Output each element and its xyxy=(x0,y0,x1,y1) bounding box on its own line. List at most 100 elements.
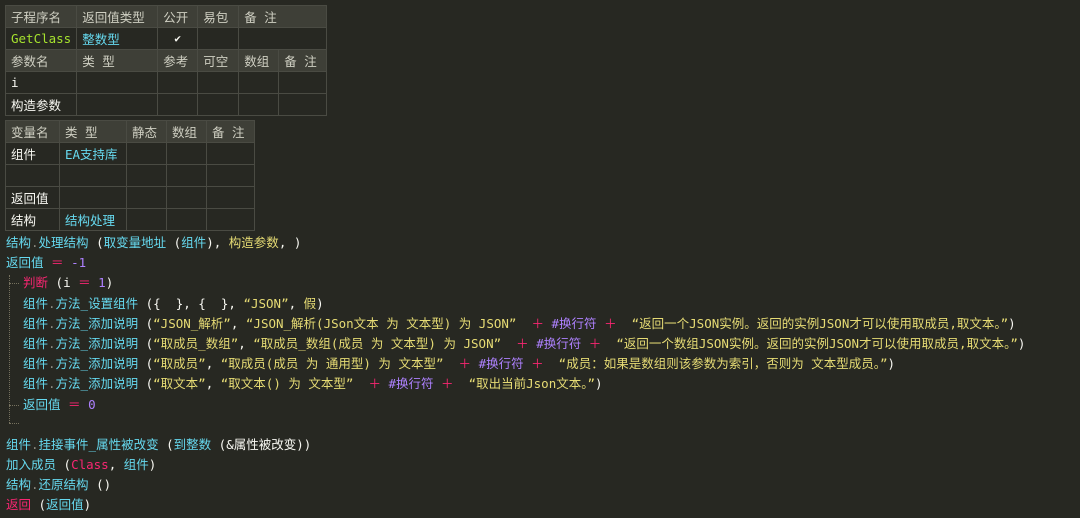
code-token: ( xyxy=(138,335,154,351)
var-type-cell[interactable] xyxy=(59,186,127,209)
code-token: ＋ xyxy=(596,315,632,331)
code-editor[interactable]: 结构.处理结构 (取变量地址 (组件), 构造参数, ) 返回值 ＝ -1 判断… xyxy=(6,233,1080,516)
code-line[interactable]: 组件.方法_添加说明 (“取文本”, “取文本() 为 文本型” ＋ #换行符 … xyxy=(6,374,1080,394)
header-var-static: 静态 xyxy=(126,120,167,143)
code-token: #换行符 xyxy=(536,335,582,351)
code-token: “取文本” xyxy=(153,376,206,392)
code-token: ＋ xyxy=(516,315,552,331)
param-name-cell[interactable]: i xyxy=(4,71,78,94)
var-array-cell[interactable] xyxy=(166,164,207,187)
param-ref-cell[interactable] xyxy=(157,71,199,94)
code-token: “JSON” xyxy=(243,295,289,311)
var-array-cell[interactable] xyxy=(166,208,207,231)
code-token: i xyxy=(63,275,71,291)
note-cell[interactable] xyxy=(238,27,328,50)
param-array-cell[interactable] xyxy=(238,71,280,94)
header-param-name: 参数名 xyxy=(4,49,78,72)
param-nullable-cell[interactable] xyxy=(197,71,240,94)
code-token: #换行符 xyxy=(388,376,434,392)
code-line[interactable]: 返回值 ＝ 0 xyxy=(6,395,1080,415)
code-line[interactable]: 返回值 ＝ -1 xyxy=(6,253,1080,273)
code-token: 加入成员 xyxy=(6,457,57,473)
var-array-cell[interactable] xyxy=(166,186,207,209)
param-type-cell[interactable] xyxy=(76,71,159,94)
code-line[interactable]: 组件.方法_添加说明 (“JSON_解析”, “JSON_解析(JSon文本 为… xyxy=(6,314,1080,334)
return-type-cell[interactable]: 整数型 xyxy=(76,27,159,50)
code-token: 返回值 xyxy=(46,497,84,513)
header-public: 公开 xyxy=(157,5,199,28)
code-token: ＝ xyxy=(70,275,99,291)
var-array-cell[interactable] xyxy=(166,142,207,165)
param-row[interactable]: i xyxy=(4,71,328,94)
code-token: ) xyxy=(83,497,92,513)
code-token: . xyxy=(31,436,39,452)
code-token: 组件 xyxy=(181,235,207,250)
var-name-cell[interactable]: 返回值 xyxy=(5,186,60,209)
header-note: 备 注 xyxy=(238,5,328,28)
code-token: ( xyxy=(138,356,154,372)
var-static-cell[interactable] xyxy=(126,142,167,165)
var-static-cell[interactable] xyxy=(126,186,167,209)
code-token: . xyxy=(48,356,56,372)
variable-row[interactable]: 返回值 xyxy=(5,186,255,209)
code-token: ( xyxy=(48,275,64,291)
param-type-cell[interactable] xyxy=(76,93,159,116)
var-name-cell[interactable]: 组件 xyxy=(5,142,60,165)
code-token: “取成员_数组” xyxy=(153,335,239,351)
var-note-cell[interactable] xyxy=(206,142,255,165)
var-note-cell[interactable] xyxy=(206,164,255,187)
param-note-cell[interactable] xyxy=(278,71,328,94)
var-static-cell[interactable] xyxy=(126,164,167,187)
var-type-cell[interactable] xyxy=(59,164,127,187)
code-token: 组件 xyxy=(123,457,149,473)
header-var-type: 类 型 xyxy=(59,120,127,143)
code-token: 结构 xyxy=(6,235,32,250)
subroutine-row[interactable]: GetClass 整数型 ✔ xyxy=(4,27,328,50)
variable-row[interactable]: 组件 EA支持库 xyxy=(5,142,255,165)
param-name-cell[interactable]: 构造参数 xyxy=(4,93,78,116)
var-note-cell[interactable] xyxy=(206,208,255,231)
code-token: 1 xyxy=(98,275,106,291)
var-note-cell[interactable] xyxy=(206,186,255,209)
var-static-cell[interactable] xyxy=(126,208,167,231)
code-line[interactable]: 结构.还原结构 () xyxy=(6,475,1080,495)
header-var-note: 备 注 xyxy=(206,120,255,143)
code-token: ＋ xyxy=(443,356,479,372)
variable-header-row: 变量名 类 型 静态 数组 备 注 xyxy=(5,120,255,143)
code-token: 到整数 xyxy=(173,436,212,452)
code-token: , xyxy=(238,335,254,351)
code-token: “取成员_数组(成员 为 文本型) 为 JSON” xyxy=(253,335,502,351)
code-token: 返回值 xyxy=(23,396,61,412)
header-param-array: 数组 xyxy=(238,49,280,72)
code-line[interactable]: 组件.方法_设置组件 ({ }, { }, “JSON”, 假) xyxy=(6,294,1080,314)
var-name-cell[interactable] xyxy=(5,164,60,187)
variable-row[interactable]: 结构 结构处理 xyxy=(5,208,255,231)
code-token: 返回值 xyxy=(6,255,44,271)
code-line[interactable]: 判断 (i ＝ 1) xyxy=(6,273,1080,293)
param-ref-cell[interactable] xyxy=(157,93,199,116)
easy-pkg-cell[interactable] xyxy=(197,27,240,50)
code-line-empty[interactable] xyxy=(6,415,1080,435)
code-line[interactable]: 返回 (返回值) xyxy=(6,495,1080,515)
var-name-cell[interactable]: 结构 xyxy=(5,208,60,231)
var-type-cell[interactable]: 结构处理 xyxy=(59,208,127,231)
param-note-cell[interactable] xyxy=(278,93,328,116)
var-type-cell[interactable]: EA支持库 xyxy=(59,142,127,165)
code-token: 处理结构 xyxy=(38,235,89,250)
code-line[interactable]: 加入成员 (Class, 组件) xyxy=(6,455,1080,475)
code-token: 返回 xyxy=(6,497,32,513)
variable-row[interactable] xyxy=(5,164,255,187)
code-line[interactable]: 结构.处理结构 (取变量地址 (组件), 构造参数, ) xyxy=(6,233,1080,253)
public-check-icon[interactable]: ✔ xyxy=(157,27,199,50)
param-array-cell[interactable] xyxy=(238,93,280,116)
code-token: ) xyxy=(595,376,603,392)
code-line[interactable]: 组件.方法_添加说明 (“取成员_数组”, “取成员_数组(成员 为 文本型) … xyxy=(6,334,1080,354)
sub-name-cell[interactable]: GetClass xyxy=(4,27,78,50)
code-token: ( xyxy=(138,376,154,392)
param-nullable-cell[interactable] xyxy=(197,93,240,116)
code-token: “JSON_解析(JSon文本 为 文本型) 为 JSON” xyxy=(245,315,517,331)
code-line[interactable]: 组件.方法_添加说明 (“取成员”, “取成员(成员 为 通用型) 为 文本型”… xyxy=(6,354,1080,374)
param-row[interactable]: 构造参数 xyxy=(4,93,328,116)
code-token: “取成员(成员 为 通用型) 为 文本型” xyxy=(220,356,444,372)
code-line[interactable]: 组件.挂接事件_属性被改变 (到整数 (&属性被改变)) xyxy=(6,435,1080,455)
